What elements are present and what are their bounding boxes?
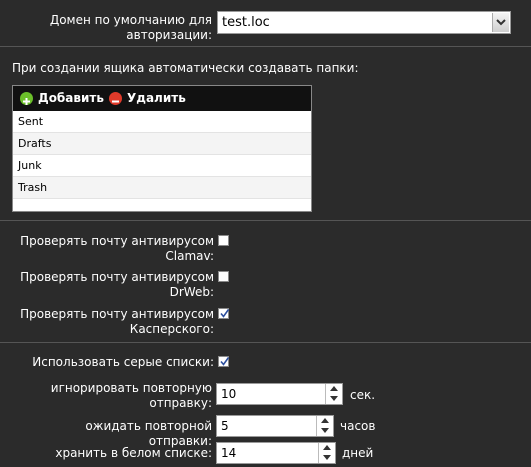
add-icon [20, 92, 33, 105]
whitelist-keep-value: 14 [221, 446, 237, 460]
stepper-buttons [318, 443, 335, 463]
chevron-down-icon[interactable] [492, 13, 509, 32]
stepper-buttons [325, 384, 342, 404]
stepper-down-icon[interactable] [317, 426, 333, 436]
stepper-up-icon[interactable] [326, 384, 342, 394]
add-folder-button[interactable]: Добавить [20, 86, 104, 111]
greylist-checkbox[interactable] [218, 356, 230, 367]
wait-resend-stepper[interactable]: 5 [216, 415, 334, 437]
domain-label: Домен по умолчанию для авторизации: [49, 13, 212, 42]
ignore-resend-label: игнорировать повторную отправку: [50, 381, 212, 410]
divider [0, 220, 531, 221]
ignore-resend-value: 10 [221, 387, 237, 401]
drweb-label: Проверять почту антивирусом DrWeb: [20, 270, 214, 299]
clamav-label: Проверять почту антивирусом Clamav: [20, 234, 214, 263]
greylist-label: Использовать серые списки: [32, 355, 214, 369]
folder-list-item[interactable]: Trash [13, 177, 311, 199]
kaspersky-label: Проверять почту антивирусом Касперского: [20, 307, 214, 336]
whitelist-keep-stepper[interactable]: 14 [216, 442, 336, 464]
folders-heading: При создании ящика автоматически создава… [12, 61, 359, 75]
whitelist-keep-label: хранить в белом списке: [55, 446, 212, 460]
divider [0, 342, 531, 343]
delete-icon [109, 92, 122, 105]
stepper-buttons [316, 416, 333, 436]
wait-resend-value: 5 [221, 419, 229, 433]
wait-resend-label: ожидать повторной отправки: [85, 419, 212, 448]
folder-list-item[interactable]: Sent [13, 111, 311, 133]
divider [0, 46, 531, 47]
stepper-down-icon[interactable] [326, 394, 342, 404]
folders-toolbar: Добавить Удалить [13, 86, 311, 111]
domain-select[interactable]: test.loc [217, 11, 511, 34]
clamav-checkbox[interactable] [218, 235, 229, 246]
ignore-resend-stepper[interactable]: 10 [216, 383, 343, 405]
folders-panel: Добавить Удалить Sent Drafts Junk Trash [12, 85, 312, 212]
whitelist-keep-unit: дней [342, 446, 374, 460]
stepper-down-icon[interactable] [319, 453, 335, 463]
folder-list-item[interactable]: Junk [13, 155, 311, 177]
stepper-up-icon[interactable] [317, 416, 333, 426]
drweb-checkbox[interactable] [218, 271, 229, 282]
checkmark-icon [220, 309, 230, 318]
wait-resend-unit: часов [340, 419, 376, 433]
stepper-up-icon[interactable] [319, 443, 335, 453]
domain-select-value: test.loc [222, 15, 270, 30]
delete-folder-button[interactable]: Удалить [109, 86, 186, 111]
folder-list-item[interactable]: Drafts [13, 133, 311, 155]
ignore-resend-unit: сек. [350, 388, 376, 402]
checkmark-icon [220, 357, 230, 366]
kaspersky-checkbox[interactable] [218, 308, 230, 319]
